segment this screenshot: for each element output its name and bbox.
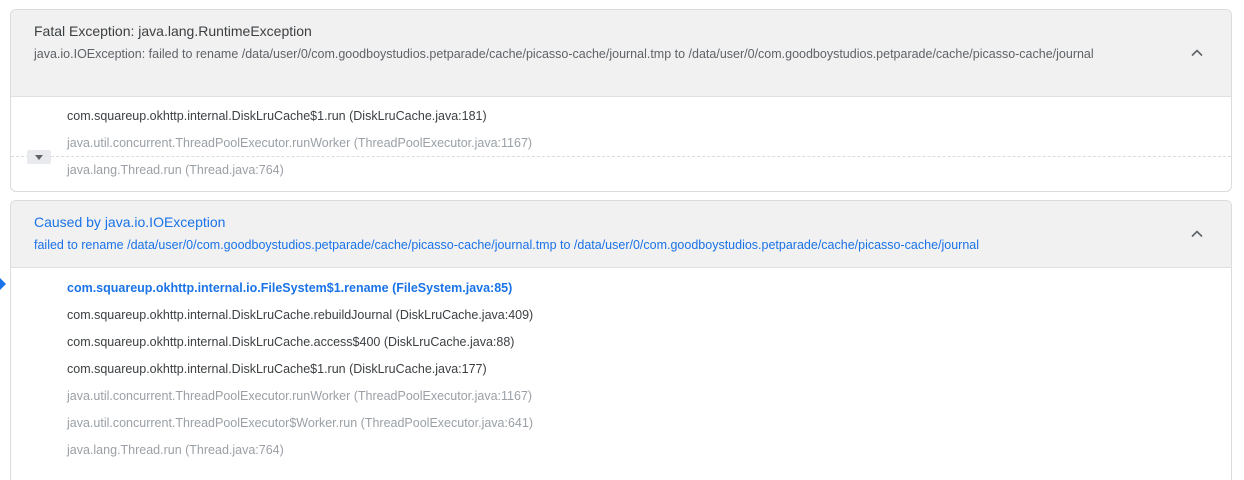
fatal-exception-card: Fatal Exception: java.lang.RuntimeExcept… xyxy=(10,9,1232,192)
chevron-down-icon xyxy=(35,155,43,160)
stack-frame[interactable]: com.squareup.okhttp.internal.DiskLruCach… xyxy=(11,329,1231,356)
stack-frame[interactable]: java.util.concurrent.ThreadPoolExecutor$… xyxy=(11,410,1231,437)
stack-frame[interactable]: java.lang.Thread.run (Thread.java:764) xyxy=(11,437,1231,464)
stack-frame[interactable]: com.squareup.okhttp.internal.DiskLruCach… xyxy=(11,356,1231,383)
fatal-stack-frames: com.squareup.okhttp.internal.DiskLruCach… xyxy=(11,103,1231,184)
stack-frame[interactable]: java.util.concurrent.ThreadPoolExecutor.… xyxy=(11,383,1231,410)
caused-stack-frames: com.squareup.okhttp.internal.io.FileSyst… xyxy=(11,275,1231,464)
stack-frame[interactable]: java.util.concurrent.ThreadPoolExecutor.… xyxy=(11,130,1231,157)
chevron-up-icon[interactable] xyxy=(1187,43,1207,63)
caused-by-message: failed to rename /data/user/0/com.goodbo… xyxy=(34,238,980,252)
fatal-exception-header[interactable]: Fatal Exception: java.lang.RuntimeExcept… xyxy=(11,10,1231,97)
caused-by-card: Caused by java.io.IOException failed to … xyxy=(10,200,1232,480)
chevron-up-icon[interactable] xyxy=(1187,224,1207,244)
stack-frame[interactable]: com.squareup.okhttp.internal.DiskLruCach… xyxy=(11,302,1231,329)
expand-frames-button[interactable] xyxy=(27,150,51,164)
collapsed-frames-divider xyxy=(11,156,1231,157)
fatal-exception-title: Fatal Exception: java.lang.RuntimeExcept… xyxy=(34,23,312,39)
stack-frame[interactable]: com.squareup.okhttp.internal.DiskLruCach… xyxy=(11,103,1231,130)
fatal-exception-message: java.io.IOException: failed to rename /d… xyxy=(34,47,1094,61)
crash-line-marker-icon xyxy=(0,278,6,290)
crash-stack-frame[interactable]: com.squareup.okhttp.internal.io.FileSyst… xyxy=(11,275,1231,302)
stack-frame[interactable]: java.lang.Thread.run (Thread.java:764) xyxy=(11,157,1231,184)
caused-by-header[interactable]: Caused by java.io.IOException failed to … xyxy=(11,201,1231,268)
caused-by-title: Caused by java.io.IOException xyxy=(34,214,226,230)
